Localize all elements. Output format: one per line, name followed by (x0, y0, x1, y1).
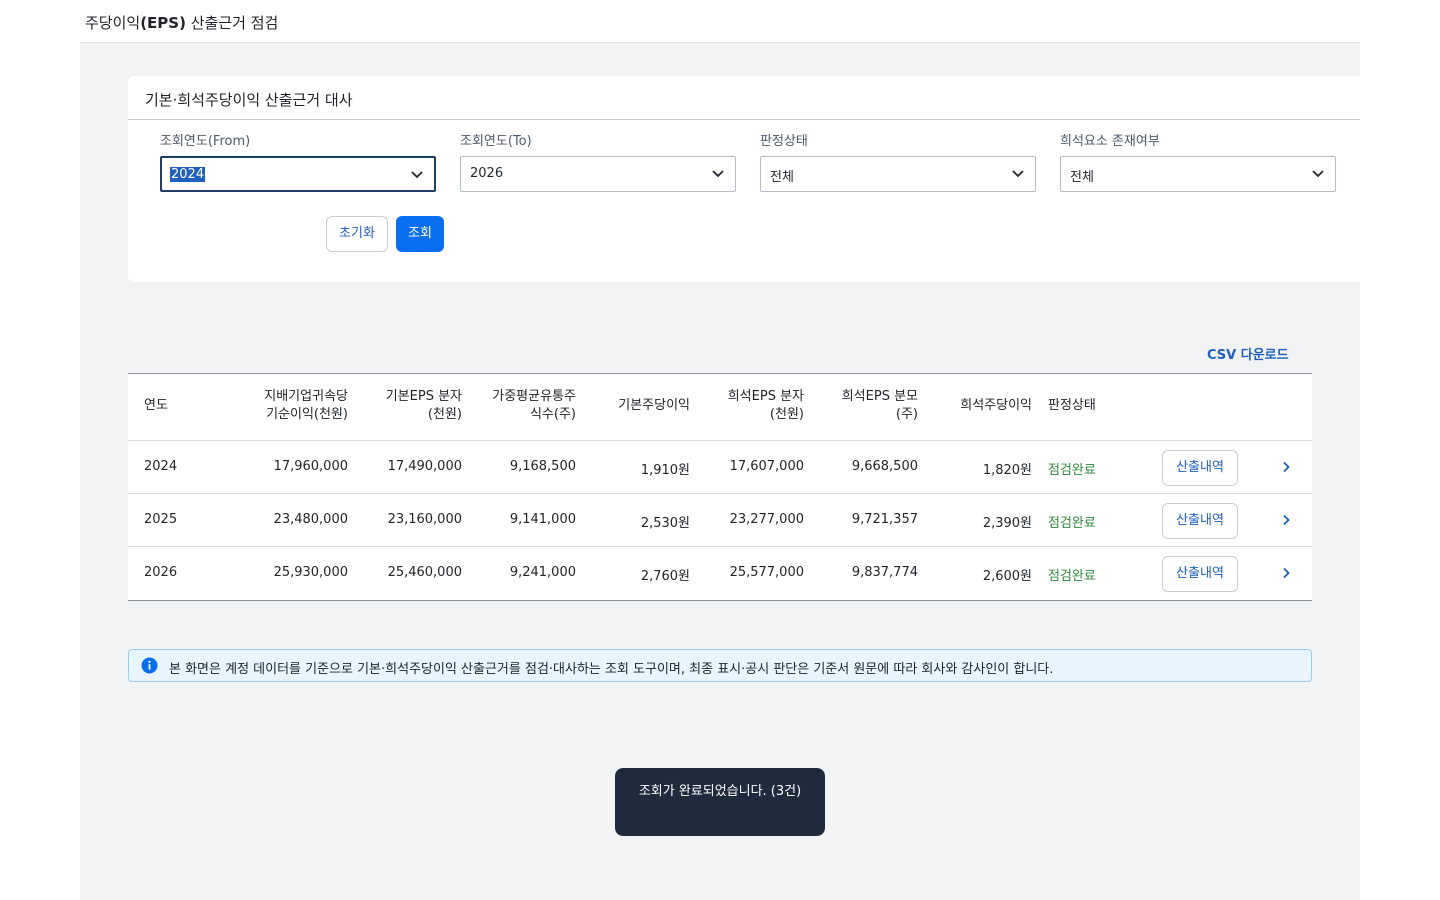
year-from-value: 2024 (170, 167, 206, 182)
info-icon (141, 657, 158, 674)
cell-net-income: 25,930,000 (273, 565, 348, 580)
cell-basic-eps: 2,530원 (640, 516, 690, 531)
chevron-down-icon (1312, 170, 1324, 178)
cell-net-income: 23,480,000 (273, 512, 348, 527)
detail-button[interactable]: 산출내역 (1162, 503, 1238, 539)
th-weighted-shares: 가중평균유통주 식수(주) (492, 389, 576, 422)
cell-diluted-eps: 1,820원 (982, 463, 1032, 478)
cell-diluted-eps: 2,390원 (982, 516, 1032, 531)
cell-net-income: 17,960,000 (273, 459, 348, 474)
th-net-income: 지배기업귀속당 기순이익(천원) (264, 389, 348, 422)
dilution-label: 희석요소 존재여부 (1060, 134, 1160, 149)
page-title: 주당이익(EPS) 산출근거 점검 (85, 14, 279, 32)
cell-diluted-numerator: 23,277,000 (729, 512, 804, 527)
chevron-down-icon (411, 171, 423, 179)
cell-weighted-shares: 9,241,000 (509, 565, 576, 580)
status-badge: 점검완료 (1048, 463, 1096, 478)
chevron-right-icon[interactable] (1281, 461, 1291, 473)
cell-year: 2026 (144, 565, 178, 580)
cell-diluted-numerator: 17,607,000 (729, 459, 804, 474)
cell-diluted-denominator: 9,668,500 (851, 459, 918, 474)
th-basic-eps: 기본주당이익 (618, 398, 690, 413)
chevron-down-icon (1012, 170, 1024, 178)
dilution-field: 희석요소 존재여부 전체 (1060, 130, 1336, 192)
table-header: 연도 지배기업귀속당 기순이익(천원) 기본EPS 분자 (천원) 가중평균유통주 식… (128, 374, 1312, 441)
table-row: 2026 25,930,000 25,460,000 9,241,000 2,7… (128, 547, 1312, 600)
filter-card-title: 기본·희석주당이익 산출근거 대사 (145, 91, 353, 109)
detail-button[interactable]: 산출내역 (1162, 556, 1238, 592)
table-row: 2025 23,480,000 23,160,000 9,141,000 2,5… (128, 494, 1312, 547)
th-year: 연도 (144, 398, 168, 413)
cell-basic-eps: 1,910원 (640, 463, 690, 478)
filter-card: 기본·희석주당이익 산출근거 대사 조회연도(From) 2024 조회연도(T… (128, 76, 1360, 282)
chevron-right-icon[interactable] (1281, 514, 1291, 526)
status-label: 판정상태 (760, 134, 808, 149)
status-badge: 점검완료 (1048, 516, 1096, 531)
dilution-value: 전체 (1070, 170, 1094, 185)
app-window: 주당이익(EPS) 산출근거 점검 기본·희석주당이익 산출근거 대사 조회연도… (80, 0, 1360, 900)
status-field: 판정상태 전체 (760, 130, 1036, 192)
th-diluted-eps: 희석주당이익 (960, 398, 1032, 413)
th-diluted-denominator: 희석EPS 분모 (주) (841, 389, 918, 422)
detail-button[interactable]: 산출내역 (1162, 450, 1238, 486)
chevron-right-icon[interactable] (1281, 567, 1291, 579)
year-from-label: 조회연도(From) (160, 134, 251, 149)
csv-download-link[interactable]: CSV 다운로드 (1207, 344, 1289, 363)
status-value: 전체 (770, 170, 794, 185)
cell-diluted-denominator: 9,837,774 (851, 565, 918, 580)
status-select[interactable]: 전체 (760, 156, 1036, 192)
info-notice: 본 화면은 계정 데이터를 기준으로 기본·희석주당이익 산출근거를 점검·대사… (128, 649, 1312, 682)
toast-message: 조회가 완료되었습니다. (3건) (615, 768, 825, 836)
cell-basic-numerator: 25,460,000 (387, 565, 462, 580)
cell-basic-numerator: 17,490,000 (387, 459, 462, 474)
year-to-field: 조회연도(To) 2026 (460, 130, 736, 192)
cell-basic-eps: 2,760원 (640, 569, 690, 584)
cell-weighted-shares: 9,141,000 (509, 512, 576, 527)
cell-weighted-shares: 9,168,500 (509, 459, 576, 474)
cell-diluted-numerator: 25,577,000 (729, 565, 804, 580)
reset-button[interactable]: 초기화 (326, 216, 388, 252)
cell-year: 2024 (144, 459, 178, 474)
year-to-value: 2026 (470, 166, 504, 181)
th-diluted-numerator: 희석EPS 분자 (천원) (727, 389, 804, 422)
eps-table: 연도 지배기업귀속당 기순이익(천원) 기본EPS 분자 (천원) 가중평균유통주 식… (128, 373, 1312, 601)
table-row: 2024 17,960,000 17,490,000 9,168,500 1,9… (128, 441, 1312, 494)
cell-diluted-denominator: 9,721,357 (851, 512, 918, 527)
chevron-down-icon (712, 170, 724, 178)
cell-basic-numerator: 23,160,000 (387, 512, 462, 527)
year-to-select[interactable]: 2026 (460, 156, 736, 192)
status-badge: 점검완료 (1048, 569, 1096, 584)
page-header: 주당이익(EPS) 산출근거 점검 (80, 0, 1360, 43)
divider (128, 119, 1360, 120)
year-from-select[interactable]: 2024 (160, 156, 436, 192)
th-status: 판정상태 (1048, 398, 1096, 413)
year-to-label: 조회연도(To) (460, 134, 532, 149)
search-button[interactable]: 조회 (396, 216, 444, 252)
year-from-field: 조회연도(From) 2024 (160, 130, 436, 192)
th-basic-numerator: 기본EPS 분자 (천원) (385, 389, 462, 422)
dilution-select[interactable]: 전체 (1060, 156, 1336, 192)
cell-diluted-eps: 2,600원 (982, 569, 1032, 584)
cell-year: 2025 (144, 512, 178, 527)
notice-text: 본 화면은 계정 데이터를 기준으로 기본·희석주당이익 산출근거를 점검·대사… (169, 662, 1054, 677)
